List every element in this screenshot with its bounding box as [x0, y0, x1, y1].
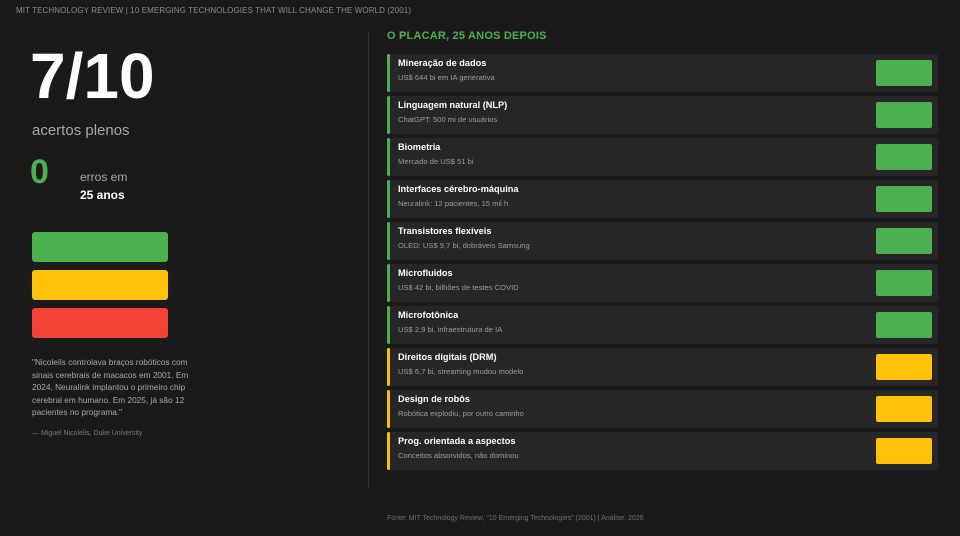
technology-subtitle: OLED: US$ 9,7 bi, dobráveis Samsung [398, 241, 530, 250]
status-badge [876, 228, 932, 254]
technology-row: Biometria Mercado de US$ 51 bi [387, 138, 938, 176]
section-title: O PLACAR, 25 ANOS DEPOIS [387, 30, 547, 42]
status-accent [387, 96, 390, 134]
technology-row: Microfotônica US$ 2,9 bi, infraestrutura … [387, 306, 938, 344]
errors-period: 25 anos [80, 188, 125, 202]
technology-row: Direitos digitais (DRM) US$ 6,7 bi, strea… [387, 348, 938, 386]
technology-title: Transistores flexíveis [398, 226, 492, 236]
technology-title: Microfluidos [398, 268, 453, 278]
technology-subtitle: Neuralink: 12 pacientes, 15 mil h [398, 199, 509, 208]
status-badge [876, 396, 932, 422]
technology-subtitle: Mercado de US$ 51 bi [398, 157, 474, 166]
quote-text: "Nicolelis controlava braços robóticos c… [32, 357, 189, 418]
technology-subtitle: Robótica explodiu, por outro caminho [398, 409, 524, 418]
technology-subtitle: US$ 6,7 bi, streaming mudou modelo [398, 367, 524, 376]
status-accent [387, 138, 390, 176]
errors-count: 0 [30, 153, 49, 191]
technology-subtitle: US$ 644 bi em IA generativa [398, 73, 495, 82]
status-badge [876, 186, 932, 212]
legend-bar-green [32, 232, 168, 262]
status-badge [876, 144, 932, 170]
technology-row: Linguagem natural (NLP) ChatGPT: 500 mi d… [387, 96, 938, 134]
status-badge [876, 438, 932, 464]
column-divider [368, 32, 369, 488]
status-badge [876, 60, 932, 86]
status-accent [387, 432, 390, 470]
technology-subtitle: ChatGPT: 500 mi de usuários [398, 115, 498, 124]
status-badge [876, 270, 932, 296]
technology-subtitle: US$ 42 bi, bilhões de testes COVID [398, 283, 519, 292]
status-accent [387, 264, 390, 302]
technology-subtitle: US$ 2,9 bi, infraestrutura de IA [398, 325, 503, 334]
technology-list: Mineração de dados US$ 644 bi em IA gener… [387, 54, 938, 474]
technology-row: Design de robôs Robótica explodiu, por ou… [387, 390, 938, 428]
status-badge [876, 312, 932, 338]
legend-bar-yellow [32, 270, 168, 300]
status-accent [387, 348, 390, 386]
technology-row: Interfaces cérebro-máquina Neuralink: 12 … [387, 180, 938, 218]
technology-title: Biometria [398, 142, 441, 152]
legend-bar-red [32, 308, 168, 338]
technology-title: Mineração de dados [398, 58, 487, 68]
technology-row: Transistores flexíveis OLED: US$ 9,7 bi, … [387, 222, 938, 260]
score-label: acertos plenos [32, 122, 130, 139]
technology-title: Microfotônica [398, 310, 459, 320]
source-footer: Fonte: MIT Technology Review, "10 Emergi… [387, 515, 644, 522]
quote-author: — Miguel Nicolelis, Duke University [32, 430, 143, 437]
score-value: 7/10 [30, 40, 155, 112]
status-accent [387, 306, 390, 344]
page-header: MIT TECHNOLOGY REVIEW | 10 EMERGING TECH… [16, 6, 412, 15]
technology-subtitle: Conceitos absorvidos, não dominou [398, 451, 519, 460]
status-accent [387, 390, 390, 428]
status-badge [876, 102, 932, 128]
status-accent [387, 54, 390, 92]
status-badge [876, 354, 932, 380]
technology-row: Microfluidos US$ 42 bi, bilhões de testes… [387, 264, 938, 302]
technology-title: Design de robôs [398, 394, 470, 404]
technology-title: Interfaces cérebro-máquina [398, 184, 519, 194]
technology-row: Mineração de dados US$ 644 bi em IA gener… [387, 54, 938, 92]
technology-title: Linguagem natural (NLP) [398, 100, 508, 110]
status-accent [387, 180, 390, 218]
status-accent [387, 222, 390, 260]
technology-title: Direitos digitais (DRM) [398, 352, 497, 362]
technology-row: Prog. orientada a aspectos Conceitos abso… [387, 432, 938, 470]
errors-label: erros em [80, 170, 128, 184]
technology-title: Prog. orientada a aspectos [398, 436, 516, 446]
